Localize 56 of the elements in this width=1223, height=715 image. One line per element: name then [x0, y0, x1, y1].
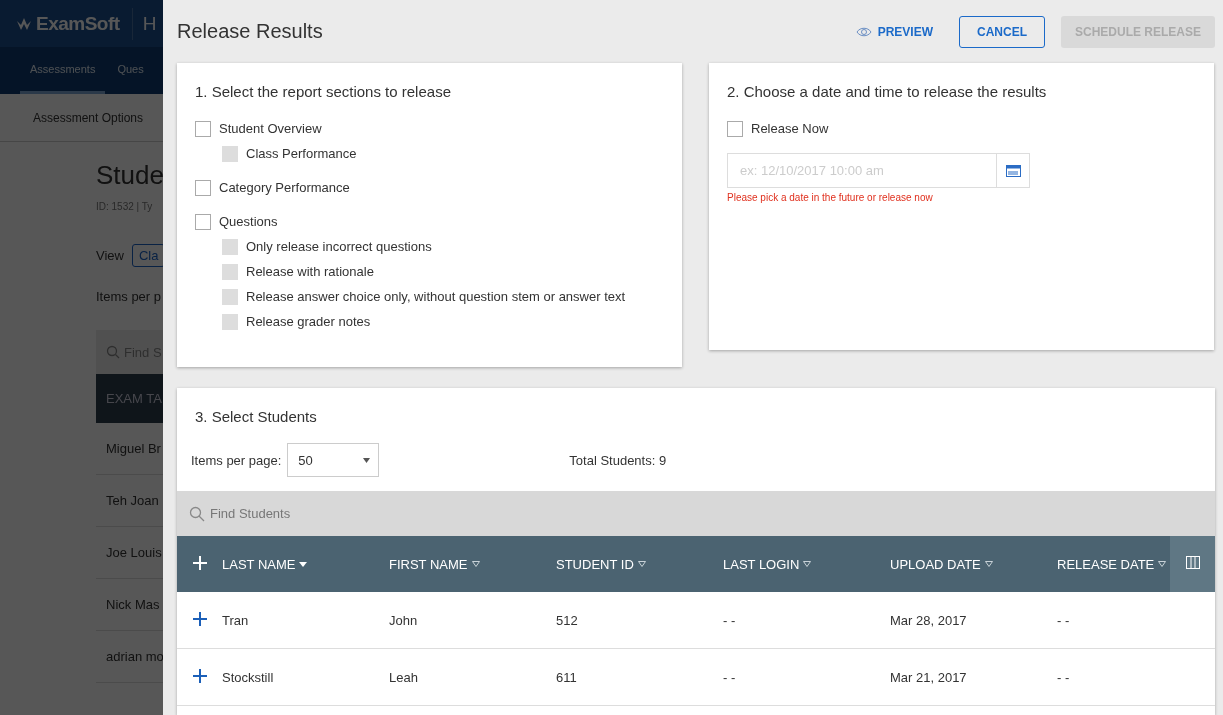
table-cell: 512: [556, 612, 578, 628]
column-header[interactable]: UPLOAD DATE: [890, 556, 981, 572]
logo: ExamSoft: [36, 12, 120, 35]
eye-icon: [855, 26, 872, 37]
table-cell: Leah: [389, 669, 418, 685]
logo-icon: [16, 16, 32, 31]
preview-button[interactable]: PREVIEW: [855, 24, 933, 39]
caret-icon: [363, 457, 371, 463]
card-heading: 1. Select the report sections to release: [195, 83, 452, 100]
calendar-icon: [1005, 164, 1021, 177]
checkbox[interactable]: [195, 179, 211, 196]
plus-icon[interactable]: [192, 611, 207, 626]
table-cell: - -: [723, 612, 736, 628]
cancel-button[interactable]: CANCEL: [959, 15, 1045, 48]
table-cell: - -: [723, 669, 736, 685]
table-cell: - -: [1057, 669, 1070, 685]
table-cell: - -: [1057, 612, 1070, 628]
table-cell: Mar 21, 2017: [890, 669, 967, 685]
column-header[interactable]: LAST LOGIN: [723, 556, 800, 572]
checkbox[interactable]: [195, 213, 211, 230]
column-header[interactable]: STUDENT ID: [556, 556, 634, 572]
error-message: Please pick a date in the future or release now: [727, 192, 934, 203]
search-field[interactable]: Find Students: [177, 491, 1215, 536]
items-per-page-select[interactable]: 50: [287, 443, 380, 477]
sort-icon[interactable]: [1158, 561, 1167, 567]
checkbox-label[interactable]: Questions: [219, 214, 278, 229]
card-heading: 2. Choose a date and time to release the results: [727, 83, 1048, 100]
table-cell: Tran: [222, 612, 249, 628]
table-cell: Stockstill: [222, 669, 274, 685]
plus-icon[interactable]: [192, 668, 207, 683]
view-label: View: [96, 248, 124, 263]
checkbox-label[interactable]: Category Performance: [219, 180, 350, 195]
sort-icon[interactable]: [471, 561, 480, 567]
calendar-button[interactable]: [997, 153, 1030, 188]
sort-icon[interactable]: [637, 561, 646, 567]
checkbox-label[interactable]: Student Overview: [219, 121, 322, 136]
items-label: Items per p: [96, 289, 163, 304]
search-icon: [106, 345, 120, 359]
search-icon: [189, 505, 205, 522]
sort-down-icon[interactable]: [299, 561, 308, 567]
sort-icon[interactable]: [803, 561, 812, 567]
column-header[interactable]: LAST NAME: [222, 556, 296, 572]
card-heading: 3. Select Students: [194, 407, 318, 425]
columns-icon[interactable]: [1185, 556, 1200, 569]
table-cell: John: [389, 612, 418, 628]
total-students: Total Students: 9: [569, 452, 667, 468]
page-title: Stude: [96, 160, 163, 191]
checkbox-label[interactable]: Release Now: [751, 121, 829, 136]
column-header[interactable]: FIRST NAME: [389, 556, 468, 572]
table-cell: Mar 28, 2017: [890, 612, 967, 628]
checkbox[interactable]: [727, 120, 743, 137]
checkbox[interactable]: [195, 120, 211, 137]
items-per-page-label: Items per page:: [191, 452, 282, 468]
dialog-title: Release Results: [177, 20, 324, 43]
sort-icon[interactable]: [984, 561, 993, 567]
table-cell: 611: [556, 669, 577, 685]
